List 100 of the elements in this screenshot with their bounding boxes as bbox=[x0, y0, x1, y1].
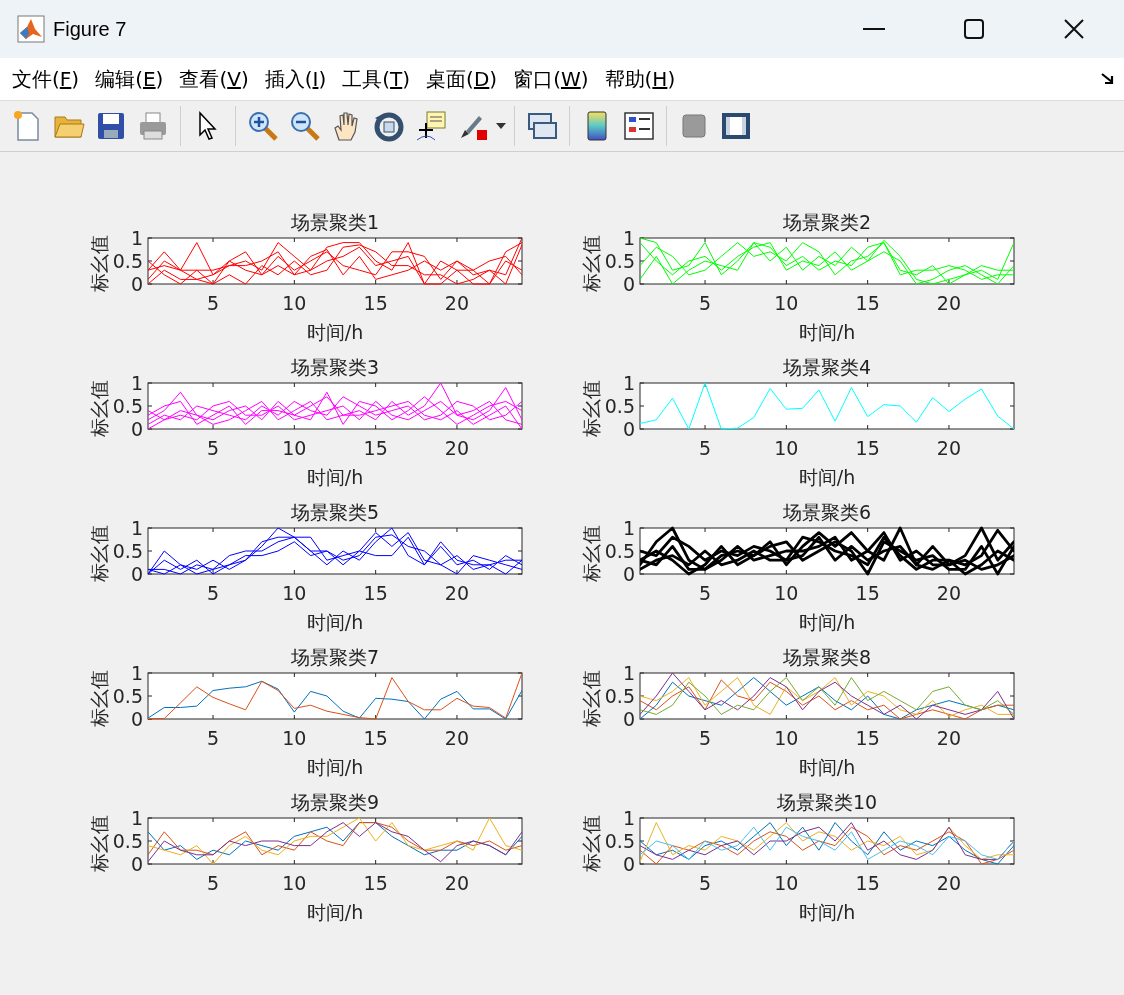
axis-tick-label: 10 bbox=[774, 437, 799, 459]
axis-label: 标幺值 bbox=[580, 669, 602, 727]
axis-label: 标幺值 bbox=[88, 524, 110, 582]
axis-label: 标幺值 bbox=[580, 524, 602, 582]
axis-tick-label: 5 bbox=[207, 727, 220, 749]
axis-label: 时间/h bbox=[798, 466, 856, 488]
axis-label: 标幺值 bbox=[580, 234, 602, 292]
axis-tick-label: 10 bbox=[774, 727, 799, 749]
axis-tick-label: 1 bbox=[622, 372, 635, 394]
axis-tick-label: 0 bbox=[130, 708, 143, 730]
axis-tick-label: 1 bbox=[130, 662, 143, 684]
axis-label: 标幺值 bbox=[88, 234, 110, 292]
axis-label: 时间/h bbox=[798, 901, 856, 923]
axis-tick-label: 15 bbox=[363, 582, 388, 604]
axis-tick-label: 5 bbox=[699, 582, 712, 604]
axis-label: 时间/h bbox=[306, 756, 364, 778]
axis-tick-label: 15 bbox=[363, 292, 388, 314]
axis-tick-label: 20 bbox=[936, 582, 962, 604]
axis-tick-label: 0.5 bbox=[112, 395, 143, 417]
axis-tick-label: 15 bbox=[855, 292, 880, 314]
axis-tick-label: 1 bbox=[130, 372, 143, 394]
axis-tick-label: 0.5 bbox=[112, 830, 143, 852]
axis-tick-label: 0.5 bbox=[112, 685, 143, 707]
axis-label: 时间/h bbox=[306, 466, 364, 488]
axis-label: 标幺值 bbox=[88, 814, 110, 872]
axis-tick-label: 20 bbox=[444, 582, 470, 604]
axis-tick-label: 15 bbox=[855, 872, 880, 894]
axis-tick-label: 0 bbox=[622, 708, 635, 730]
axis-label: 时间/h bbox=[798, 611, 856, 633]
axis-tick-label: 5 bbox=[207, 292, 220, 314]
axis-tick-label: 1 bbox=[130, 517, 143, 539]
chart-title: 场景聚类8 bbox=[782, 646, 872, 668]
axis-tick-label: 5 bbox=[699, 292, 712, 314]
axis-label: 时间/h bbox=[798, 756, 856, 778]
axis-tick-label: 1 bbox=[130, 807, 143, 829]
axis-tick-label: 15 bbox=[855, 582, 880, 604]
axis-tick-label: 0 bbox=[130, 563, 143, 585]
axis-label: 时间/h bbox=[306, 321, 364, 343]
axis-tick-label: 20 bbox=[444, 872, 470, 894]
axis-tick-label: 20 bbox=[936, 872, 962, 894]
axis-tick-label: 0.5 bbox=[604, 540, 635, 562]
axis-label: 标幺值 bbox=[580, 379, 602, 437]
axis-tick-label: 15 bbox=[855, 437, 880, 459]
axis-tick-label: 5 bbox=[699, 872, 712, 894]
axis-tick-label: 20 bbox=[936, 727, 962, 749]
axis-label: 时间/h bbox=[306, 611, 364, 633]
chart-title: 场景聚类5 bbox=[290, 501, 380, 523]
axis-label: 标幺值 bbox=[88, 379, 110, 437]
axis-tick-label: 0.5 bbox=[604, 395, 635, 417]
axis-tick-label: 0 bbox=[130, 418, 143, 440]
axis-label: 时间/h bbox=[798, 321, 856, 343]
axis-tick-label: 1 bbox=[622, 662, 635, 684]
chart-title: 场景聚类6 bbox=[782, 501, 872, 523]
axis-tick-label: 20 bbox=[444, 727, 470, 749]
axis-tick-label: 1 bbox=[622, 807, 635, 829]
chart-title: 场景聚类4 bbox=[782, 356, 872, 378]
axis-tick-label: 0 bbox=[622, 853, 635, 875]
chart-title: 场景聚类3 bbox=[290, 356, 380, 378]
axis-tick-label: 5 bbox=[207, 582, 220, 604]
axis-tick-label: 10 bbox=[282, 437, 307, 459]
axis-tick-label: 0 bbox=[622, 273, 635, 295]
axis-tick-label: 20 bbox=[936, 292, 962, 314]
axis-tick-label: 0.5 bbox=[604, 830, 635, 852]
chart-title: 场景聚类2 bbox=[782, 211, 872, 233]
axis-tick-label: 0.5 bbox=[112, 250, 143, 272]
axis-tick-label: 10 bbox=[282, 582, 307, 604]
axis-label: 标幺值 bbox=[88, 669, 110, 727]
axis-tick-label: 0 bbox=[622, 418, 635, 440]
axis-tick-label: 10 bbox=[774, 582, 799, 604]
axis-tick-label: 15 bbox=[363, 437, 388, 459]
axis-label: 时间/h bbox=[306, 901, 364, 923]
axis-tick-label: 0.5 bbox=[112, 540, 143, 562]
chart-title: 场景聚类10 bbox=[776, 791, 878, 813]
axis-tick-label: 0 bbox=[130, 273, 143, 295]
window-title: Figure 7 bbox=[53, 17, 127, 42]
chart-title: 场景聚类9 bbox=[290, 791, 380, 813]
axis-tick-label: 20 bbox=[936, 437, 962, 459]
axis-tick-label: 20 bbox=[444, 437, 470, 459]
axis-tick-label: 1 bbox=[622, 227, 635, 249]
axis-tick-label: 15 bbox=[363, 727, 388, 749]
axis-tick-label: 20 bbox=[444, 292, 470, 314]
chart-title: 场景聚类1 bbox=[290, 211, 380, 233]
axis-label: 标幺值 bbox=[580, 814, 602, 872]
axis-tick-label: 5 bbox=[699, 437, 712, 459]
axis-tick-label: 0 bbox=[130, 853, 143, 875]
axis-tick-label: 0.5 bbox=[604, 250, 635, 272]
axis-tick-label: 5 bbox=[207, 872, 220, 894]
axis-tick-label: 10 bbox=[282, 727, 307, 749]
axis-tick-label: 1 bbox=[622, 517, 635, 539]
axis-tick-label: 10 bbox=[282, 292, 307, 314]
axis-tick-label: 5 bbox=[699, 727, 712, 749]
axis-tick-label: 10 bbox=[282, 872, 307, 894]
axis-tick-label: 15 bbox=[363, 872, 388, 894]
axis-tick-label: 1 bbox=[130, 227, 143, 249]
chart-title: 场景聚类7 bbox=[290, 646, 380, 668]
axis-tick-label: 15 bbox=[855, 727, 880, 749]
axis-tick-label: 10 bbox=[774, 292, 799, 314]
axis-tick-label: 5 bbox=[207, 437, 220, 459]
axis-tick-label: 0 bbox=[622, 563, 635, 585]
axis-tick-label: 0.5 bbox=[604, 685, 635, 707]
